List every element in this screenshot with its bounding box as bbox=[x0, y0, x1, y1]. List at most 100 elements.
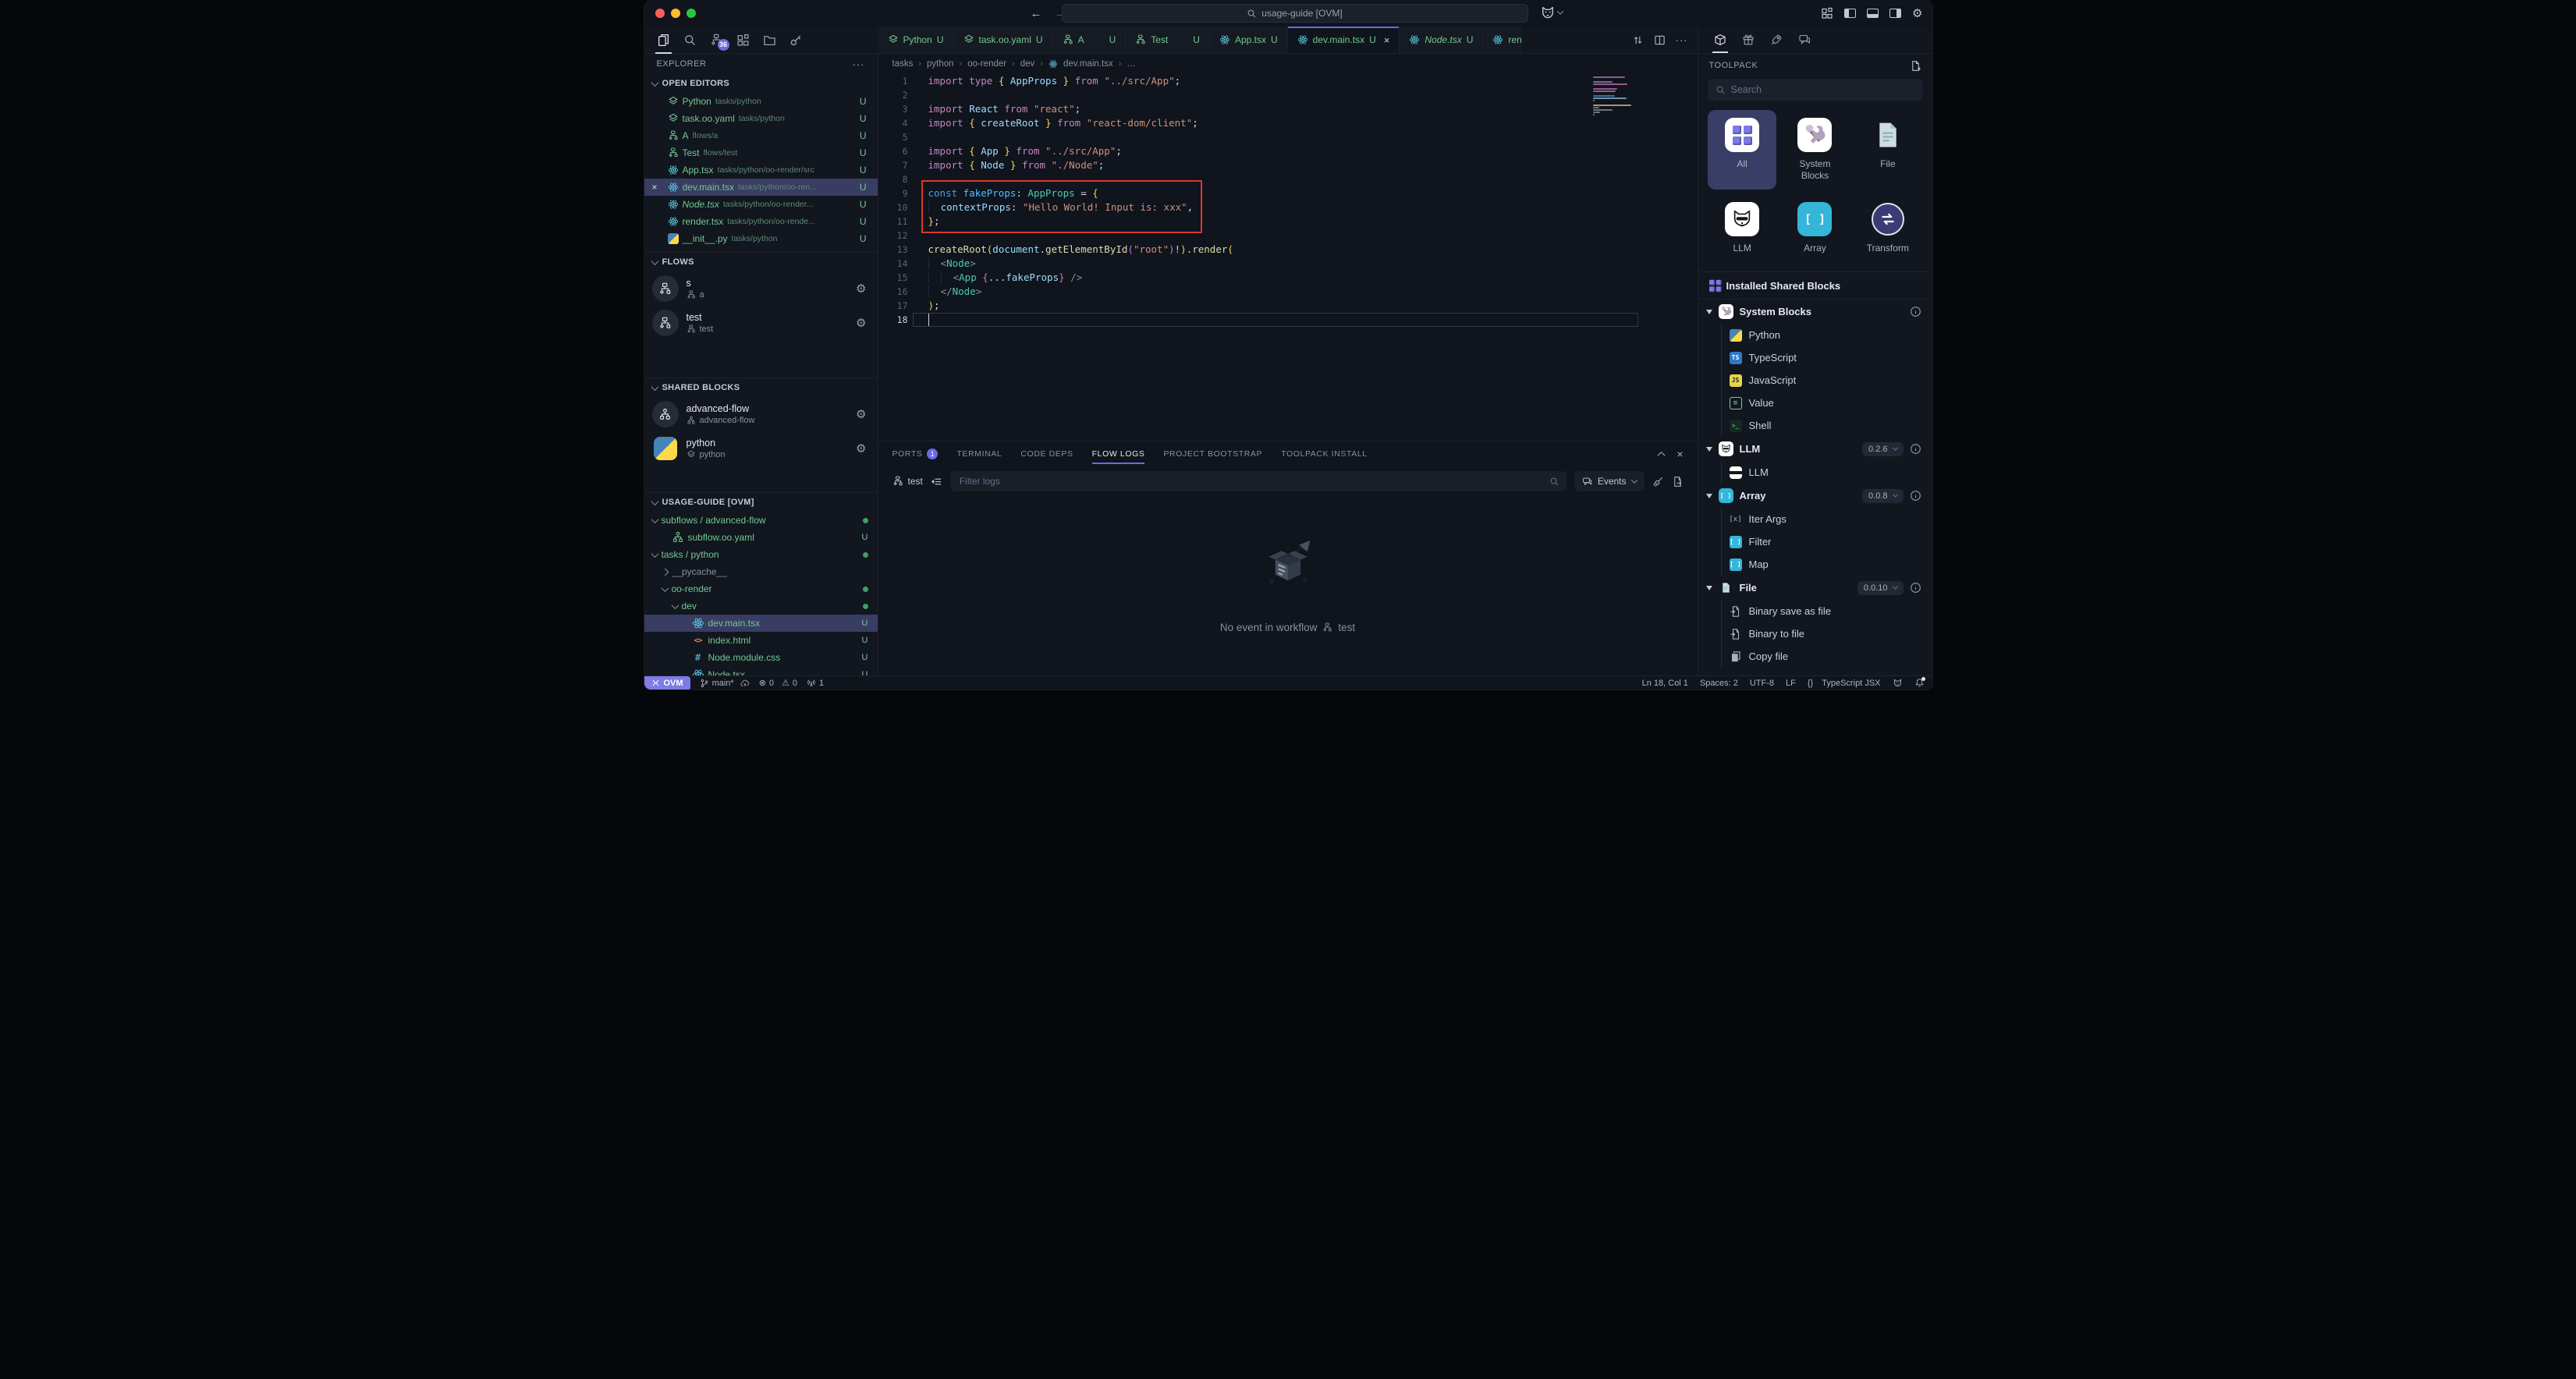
back-button[interactable]: ← bbox=[1031, 7, 1042, 20]
open-editor-item[interactable]: × Python tasks/python U bbox=[644, 93, 878, 110]
open-editor-item[interactable]: × Node.tsx tasks/python/oo-render... U bbox=[644, 196, 878, 213]
explorer-more-icon[interactable]: ··· bbox=[853, 58, 865, 70]
category-tile-transform[interactable]: Transform bbox=[1854, 194, 1922, 262]
editor-tab[interactable]: Test U × bbox=[1126, 27, 1210, 53]
panel-tab[interactable]: PORTS 1 bbox=[892, 448, 939, 459]
panel-tab[interactable]: PROJECT BOOTSTRAP bbox=[1163, 449, 1262, 459]
editor-tab[interactable]: App.tsx U × bbox=[1210, 27, 1288, 53]
remote-indicator[interactable]: OVM bbox=[644, 676, 690, 690]
shared-block-card[interactable]: advanced-flow advanced-flow ⚙ bbox=[644, 397, 878, 431]
block-item[interactable]: [ ] Filter bbox=[1698, 530, 1932, 553]
editor-tab[interactable]: task.oo.yaml U × bbox=[954, 27, 1053, 53]
indentation[interactable]: Spaces: 2 bbox=[1700, 679, 1738, 688]
open-editor-item[interactable]: × task.oo.yaml tasks/python U bbox=[644, 110, 878, 127]
block-item[interactable]: ≡ Value bbox=[1698, 392, 1932, 414]
toggle-left-sidebar-button[interactable] bbox=[1844, 9, 1856, 18]
gear-icon[interactable]: ⚙ bbox=[856, 317, 866, 329]
block-item[interactable]: TS TypeScript bbox=[1698, 346, 1932, 369]
tree-row[interactable]: oo-render bbox=[644, 580, 878, 597]
encoding[interactable]: UTF-8 bbox=[1750, 679, 1774, 688]
panel-tab[interactable]: CODE DEPS bbox=[1020, 449, 1073, 459]
workspace-search[interactable]: usage-guide [OVM] bbox=[1062, 4, 1528, 23]
close-window-button[interactable] bbox=[655, 9, 665, 18]
cursor-position[interactable]: Ln 18, Col 1 bbox=[1642, 679, 1688, 688]
folder-button[interactable] bbox=[763, 34, 776, 47]
close-panel-icon[interactable]: × bbox=[1677, 448, 1683, 460]
group-header[interactable]: System Blocks bbox=[1698, 300, 1932, 324]
toggle-panel-button[interactable] bbox=[1867, 9, 1879, 18]
breadcrumb[interactable]: tasks› python› oo-render› dev› dev.main.… bbox=[878, 54, 1698, 74]
zoom-window-button[interactable] bbox=[687, 9, 696, 18]
version-select[interactable]: 0.0.8 bbox=[1862, 489, 1903, 503]
gear-icon[interactable]: ⚙ bbox=[856, 409, 866, 420]
block-item[interactable]: LLM bbox=[1698, 461, 1932, 484]
explorer-button[interactable] bbox=[657, 34, 670, 47]
gear-icon[interactable]: ⚙ bbox=[856, 283, 866, 295]
tree-row[interactable]: Node.tsx U bbox=[644, 666, 878, 675]
gift-button[interactable] bbox=[1742, 34, 1755, 46]
language-mode[interactable]: {} TypeScript JSX bbox=[1808, 679, 1881, 688]
toolpack-button[interactable] bbox=[1714, 34, 1726, 46]
version-select[interactable]: 0.2.6 bbox=[1862, 442, 1903, 456]
block-item[interactable]: Python bbox=[1698, 324, 1932, 346]
filter-logs-field[interactable] bbox=[950, 471, 1567, 491]
panel-tab[interactable]: TERMINAL bbox=[956, 449, 1002, 459]
tree-row[interactable]: <> index.html U bbox=[644, 632, 878, 649]
notifications-button[interactable] bbox=[1914, 678, 1925, 688]
toggle-right-sidebar-button[interactable] bbox=[1889, 9, 1901, 18]
block-item[interactable]: Binary save as file bbox=[1698, 600, 1932, 622]
open-editor-item[interactable]: × A flows/a U bbox=[644, 127, 878, 144]
workspace-header[interactable]: USAGE-GUIDE [OVM] bbox=[644, 493, 878, 512]
filter-logs-input[interactable] bbox=[950, 471, 1567, 491]
open-editor-item[interactable]: × Test flows/test U bbox=[644, 144, 878, 161]
settings-gear-icon[interactable]: ⚙ bbox=[1912, 8, 1922, 19]
compare-changes-icon[interactable] bbox=[1632, 34, 1644, 46]
group-header[interactable]: File 0.0.10 bbox=[1698, 576, 1932, 600]
category-tile-array[interactable]: [ ] Array bbox=[1780, 194, 1849, 262]
code-editor[interactable]: 1import type { AppProps } from "../src/A… bbox=[878, 74, 1698, 441]
category-tile-llm[interactable]: LLM bbox=[1708, 194, 1776, 262]
maximize-panel-icon[interactable] bbox=[1658, 451, 1666, 459]
toolpack-search-input[interactable] bbox=[1731, 84, 1915, 95]
tree-row[interactable]: __pycache__ bbox=[644, 563, 878, 580]
tree-row[interactable]: dev.main.tsx U bbox=[644, 615, 878, 632]
block-item[interactable]: Copy file bbox=[1698, 645, 1932, 668]
editor-tab[interactable]: Python U × bbox=[878, 27, 954, 53]
category-tile-system-blocks[interactable]: System Blocks bbox=[1780, 110, 1849, 190]
open-editor-item[interactable]: × App.tsx tasks/python/oo-render/src U bbox=[644, 161, 878, 179]
editor-tab[interactable]: Node.tsx U × bbox=[1400, 27, 1483, 53]
mascot-status-button[interactable] bbox=[1893, 678, 1903, 688]
blocks-button[interactable] bbox=[736, 34, 750, 47]
tree-row[interactable]: dev bbox=[644, 597, 878, 615]
block-item[interactable]: >_ Shell bbox=[1698, 414, 1932, 437]
info-icon[interactable] bbox=[1910, 443, 1921, 455]
info-icon[interactable] bbox=[1910, 306, 1921, 317]
eol[interactable]: LF bbox=[1786, 679, 1796, 688]
info-icon[interactable] bbox=[1910, 490, 1921, 502]
toolpack-search-field[interactable] bbox=[1708, 79, 1923, 101]
close-icon[interactable]: × bbox=[652, 182, 658, 193]
info-icon[interactable] bbox=[1910, 582, 1921, 594]
category-tile-all[interactable]: All bbox=[1708, 110, 1776, 190]
editor-tab[interactable]: ren × bbox=[1483, 27, 1521, 53]
broadcast-status[interactable]: 1 bbox=[807, 679, 824, 688]
panel-tab[interactable]: TOOLPACK INSTALL bbox=[1281, 449, 1368, 459]
clear-logs-button[interactable] bbox=[1652, 476, 1664, 487]
flows-button[interactable]: 36 bbox=[710, 34, 723, 47]
group-header[interactable]: [ ] Array 0.0.8 bbox=[1698, 484, 1932, 508]
open-editor-item[interactable]: × render.tsx tasks/python/oo-rende... U bbox=[644, 213, 878, 230]
open-editor-item[interactable]: × __init__.py tasks/python U bbox=[644, 230, 878, 247]
gear-icon[interactable]: ⚙ bbox=[856, 443, 866, 455]
export-logs-button[interactable] bbox=[1672, 476, 1684, 487]
split-editor-icon[interactable] bbox=[1654, 34, 1666, 46]
mascot-menu-button[interactable] bbox=[1540, 5, 1563, 20]
open-editors-header[interactable]: OPEN EDITORS bbox=[644, 74, 878, 93]
group-header[interactable]: LLM 0.2.6 bbox=[1698, 437, 1932, 461]
block-item[interactable]: [ ] Map bbox=[1698, 553, 1932, 576]
workflow-selector[interactable]: test bbox=[892, 476, 923, 487]
problems-status[interactable]: ⊗ 0 ⚠ 0 bbox=[759, 678, 797, 688]
editor-tab[interactable]: A U × bbox=[1053, 27, 1127, 53]
shared-block-card[interactable]: python python ⚙ bbox=[644, 431, 878, 466]
block-item[interactable]: JS JavaScript bbox=[1698, 369, 1932, 392]
log-view-toggle[interactable] bbox=[931, 476, 942, 487]
